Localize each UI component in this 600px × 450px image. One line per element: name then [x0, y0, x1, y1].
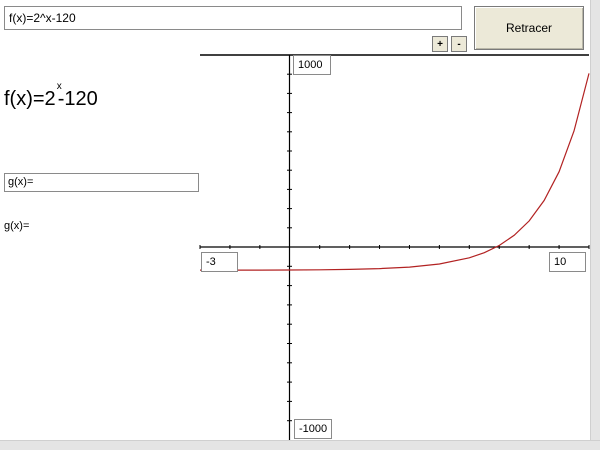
- function-curve-0: [200, 73, 590, 271]
- y-max-field[interactable]: 1000: [293, 55, 331, 75]
- function-curves: [200, 73, 590, 271]
- x-max-field[interactable]: 10: [549, 252, 586, 272]
- x-min-field[interactable]: -3: [201, 252, 238, 272]
- window-frame-right: [590, 0, 600, 449]
- graph-app: f(x)=2^x-120 Retracer + - f(x)=2x-120 g(…: [0, 0, 600, 450]
- y-min-field[interactable]: -1000: [294, 419, 332, 439]
